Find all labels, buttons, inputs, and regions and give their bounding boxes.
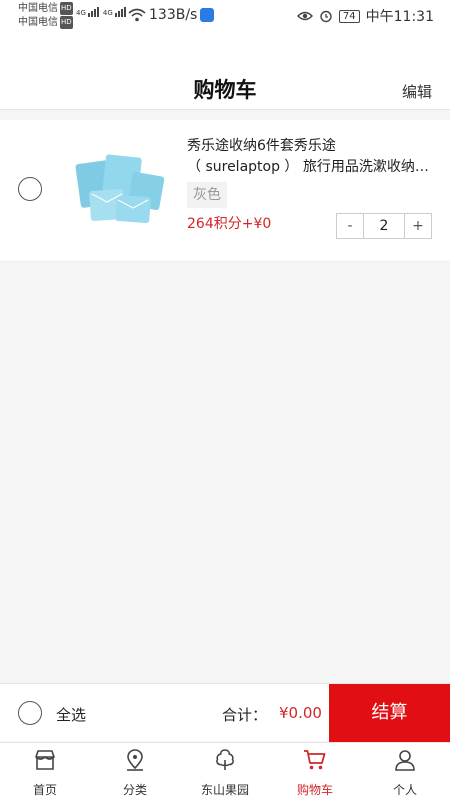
alarm-icon [320, 10, 332, 23]
hd-badge-2: HD [60, 16, 73, 29]
signal-icon: 4G 4G [76, 7, 126, 17]
user-icon [395, 750, 415, 771]
tab-label: 首页 [32, 783, 57, 797]
tree-icon [216, 749, 234, 770]
store-icon [35, 750, 55, 770]
checkout-bar: 全选 合计： ¥0.00 结算 [0, 683, 450, 742]
cart-icon [304, 750, 326, 770]
tab-category[interactable]: 分类 [90, 743, 180, 800]
hd-badge-1: HD [60, 2, 73, 15]
increase-button[interactable]: + [405, 214, 431, 238]
eye-icon [296, 11, 313, 21]
quantity-stepper: - 2 + [336, 213, 432, 239]
total-label: 合计： [222, 706, 268, 724]
security-app-icon [200, 8, 214, 22]
page-header: 购物车 编辑 [0, 32, 450, 110]
select-all-radio[interactable] [18, 701, 42, 725]
network-speed: 133B/s [149, 7, 198, 23]
clock: 中午11:31 [365, 9, 434, 25]
page-title: 购物车 [193, 78, 257, 102]
edit-button[interactable]: 编辑 [402, 81, 432, 102]
network-type-1: 4G [76, 9, 86, 17]
bottom-tab-bar: 首页 分类 东山果园 购物车 个人 [0, 742, 450, 800]
product-price: 264积分+¥0 [187, 216, 272, 232]
tab-profile[interactable]: 个人 [360, 743, 450, 800]
cart-item: 秀乐途收纳6件套秀乐途 （ surelaptop ） 旅行用品洗漱收纳袋... … [0, 120, 450, 262]
tab-orchard[interactable]: 东山果园 [180, 743, 270, 800]
carrier-2: 中国电信 [18, 17, 58, 28]
status-bar: 中国电信 HD 中国电信 HD 4G 4G 133B/s 74 中午11:31 [0, 0, 450, 32]
battery-icon: 74 [338, 9, 360, 23]
tab-label: 购物车 [296, 783, 333, 797]
product-image[interactable] [70, 144, 170, 244]
tab-label: 个人 [392, 783, 417, 797]
settle-button[interactable]: 结算 [329, 684, 450, 742]
item-select-radio[interactable] [18, 177, 42, 201]
tab-home[interactable]: 首页 [0, 743, 90, 800]
quantity-input[interactable]: 2 [363, 214, 405, 238]
select-all-label[interactable]: 全选 [56, 704, 86, 725]
total-amount: ¥0.00 [279, 704, 322, 722]
tab-cart[interactable]: 购物车 [270, 743, 360, 800]
product-name[interactable]: 秀乐途收纳6件套秀乐途 （ surelaptop ） 旅行用品洗漱收纳袋... [187, 136, 435, 178]
tab-label: 东山果园 [200, 783, 249, 797]
product-name-line-1: 秀乐途收纳6件套秀乐途 [187, 138, 336, 154]
tab-label: 分类 [122, 783, 147, 797]
location-pin-icon [127, 749, 143, 771]
network-type-2: 4G [102, 9, 113, 17]
product-spec: 灰色 [187, 182, 227, 208]
decrease-button[interactable]: - [337, 214, 363, 238]
wifi-icon [128, 8, 146, 22]
product-name-line-2: （ surelaptop ） 旅行用品洗漱收纳袋... [187, 159, 435, 175]
carrier-1: 中国电信 [18, 3, 58, 14]
